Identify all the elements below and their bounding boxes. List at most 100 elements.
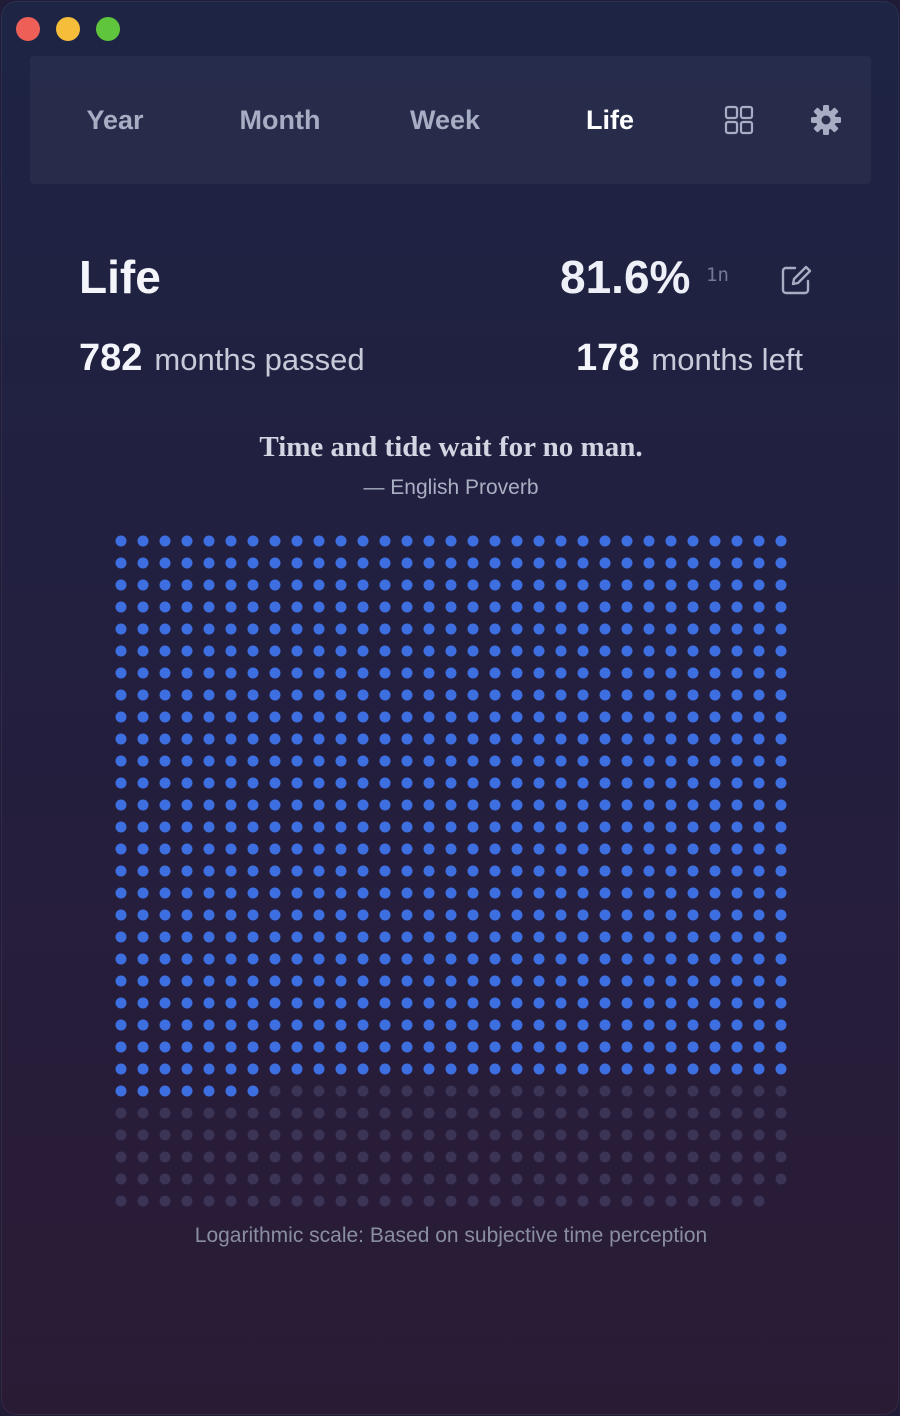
- minimize-window-button[interactable]: [56, 17, 80, 41]
- month-dot-passed: [203, 1041, 215, 1053]
- month-dot-remaining: [247, 1195, 259, 1207]
- tab-month[interactable]: Month: [225, 56, 335, 184]
- month-dot-passed: [379, 689, 391, 701]
- month-dot-passed: [555, 821, 567, 833]
- month-dot-passed: [159, 645, 171, 657]
- month-dot-passed: [467, 1019, 479, 1031]
- month-dot-passed: [665, 975, 677, 987]
- month-dot-passed: [643, 711, 655, 723]
- month-dot-passed: [203, 865, 215, 877]
- month-dot-remaining: [753, 1085, 765, 1097]
- edit-icon[interactable]: [779, 263, 813, 297]
- month-dot-remaining: [753, 1107, 765, 1119]
- month-dot-passed: [291, 689, 303, 701]
- month-dot-passed: [665, 777, 677, 789]
- zoom-window-button[interactable]: [96, 17, 120, 41]
- close-window-button[interactable]: [16, 17, 40, 41]
- grid-icon[interactable]: [723, 104, 755, 136]
- month-dot-passed: [665, 667, 677, 679]
- month-dot-passed: [775, 535, 787, 547]
- month-dot-passed: [401, 931, 413, 943]
- month-dot-passed: [621, 953, 633, 965]
- month-dot-remaining: [401, 1129, 413, 1141]
- tab-week[interactable]: Week: [395, 56, 495, 184]
- month-dot-passed: [225, 667, 237, 679]
- month-dot-passed: [643, 953, 655, 965]
- month-dot-passed: [203, 733, 215, 745]
- month-dot-passed: [533, 799, 545, 811]
- month-dot-remaining: [181, 1107, 193, 1119]
- month-dot-passed: [137, 1063, 149, 1075]
- month-dot-remaining: [753, 1151, 765, 1163]
- month-dot-passed: [115, 887, 127, 899]
- month-dot-passed: [489, 535, 501, 547]
- month-dot-passed: [489, 579, 501, 591]
- month-dot-passed: [709, 535, 721, 547]
- month-dot-passed: [379, 975, 391, 987]
- month-dot-passed: [247, 821, 259, 833]
- month-dot-passed: [247, 733, 259, 745]
- month-dot-passed: [269, 931, 281, 943]
- month-dot-passed: [313, 799, 325, 811]
- month-dot-passed: [423, 645, 435, 657]
- month-dot-passed: [269, 711, 281, 723]
- month-dot-remaining: [115, 1151, 127, 1163]
- month-dot-passed: [599, 689, 611, 701]
- month-dot-passed: [533, 1041, 545, 1053]
- month-dot-passed: [577, 689, 589, 701]
- month-dot-passed: [489, 887, 501, 899]
- month-dot-remaining: [643, 1085, 655, 1097]
- month-dot-passed: [687, 623, 699, 635]
- month-dot-passed: [643, 667, 655, 679]
- month-dot-passed: [489, 843, 501, 855]
- month-dot-passed: [533, 997, 545, 1009]
- month-dot-passed: [247, 601, 259, 613]
- month-dot-passed: [621, 1063, 633, 1075]
- month-dot-passed: [621, 645, 633, 657]
- month-dot-passed: [247, 1019, 259, 1031]
- month-dot-passed: [511, 799, 523, 811]
- month-dot-passed: [313, 887, 325, 899]
- month-dot-passed: [489, 1063, 501, 1075]
- month-dot-passed: [555, 799, 567, 811]
- month-dot-remaining: [511, 1151, 523, 1163]
- month-dot-remaining: [709, 1085, 721, 1097]
- month-dot-passed: [203, 1085, 215, 1097]
- month-dot-passed: [137, 997, 149, 1009]
- month-dot-passed: [467, 667, 479, 679]
- month-dot-passed: [643, 755, 655, 767]
- month-dot-passed: [291, 1041, 303, 1053]
- month-dot-passed: [401, 623, 413, 635]
- month-dot-passed: [269, 821, 281, 833]
- month-dot-passed: [775, 601, 787, 613]
- month-dot-passed: [599, 1063, 611, 1075]
- month-dot-passed: [621, 579, 633, 591]
- month-dot-remaining: [621, 1107, 633, 1119]
- month-dot-remaining: [335, 1129, 347, 1141]
- gear-icon[interactable]: [810, 104, 842, 136]
- month-dot-passed: [269, 953, 281, 965]
- month-dot-passed: [709, 645, 721, 657]
- month-dot-passed: [313, 535, 325, 547]
- month-dot-passed: [269, 777, 281, 789]
- month-dot-remaining: [577, 1129, 589, 1141]
- month-dot-passed: [313, 931, 325, 943]
- month-dot-passed: [621, 623, 633, 635]
- precision-tag[interactable]: 1n: [706, 264, 729, 286]
- month-dot-passed: [423, 997, 435, 1009]
- month-dot-passed: [599, 975, 611, 987]
- month-dot-passed: [621, 887, 633, 899]
- month-dot-passed: [753, 865, 765, 877]
- month-dot-passed: [467, 887, 479, 899]
- tab-year[interactable]: Year: [70, 56, 160, 184]
- month-dot-passed: [599, 667, 611, 679]
- month-dot-passed: [555, 887, 567, 899]
- month-dot-passed: [401, 799, 413, 811]
- month-dot-remaining: [291, 1107, 303, 1119]
- month-dot-passed: [313, 1019, 325, 1031]
- month-dot-passed: [335, 843, 347, 855]
- month-dot-passed: [357, 733, 369, 745]
- tab-life[interactable]: Life: [575, 56, 645, 184]
- month-dot-passed: [533, 1019, 545, 1031]
- month-dot-passed: [181, 733, 193, 745]
